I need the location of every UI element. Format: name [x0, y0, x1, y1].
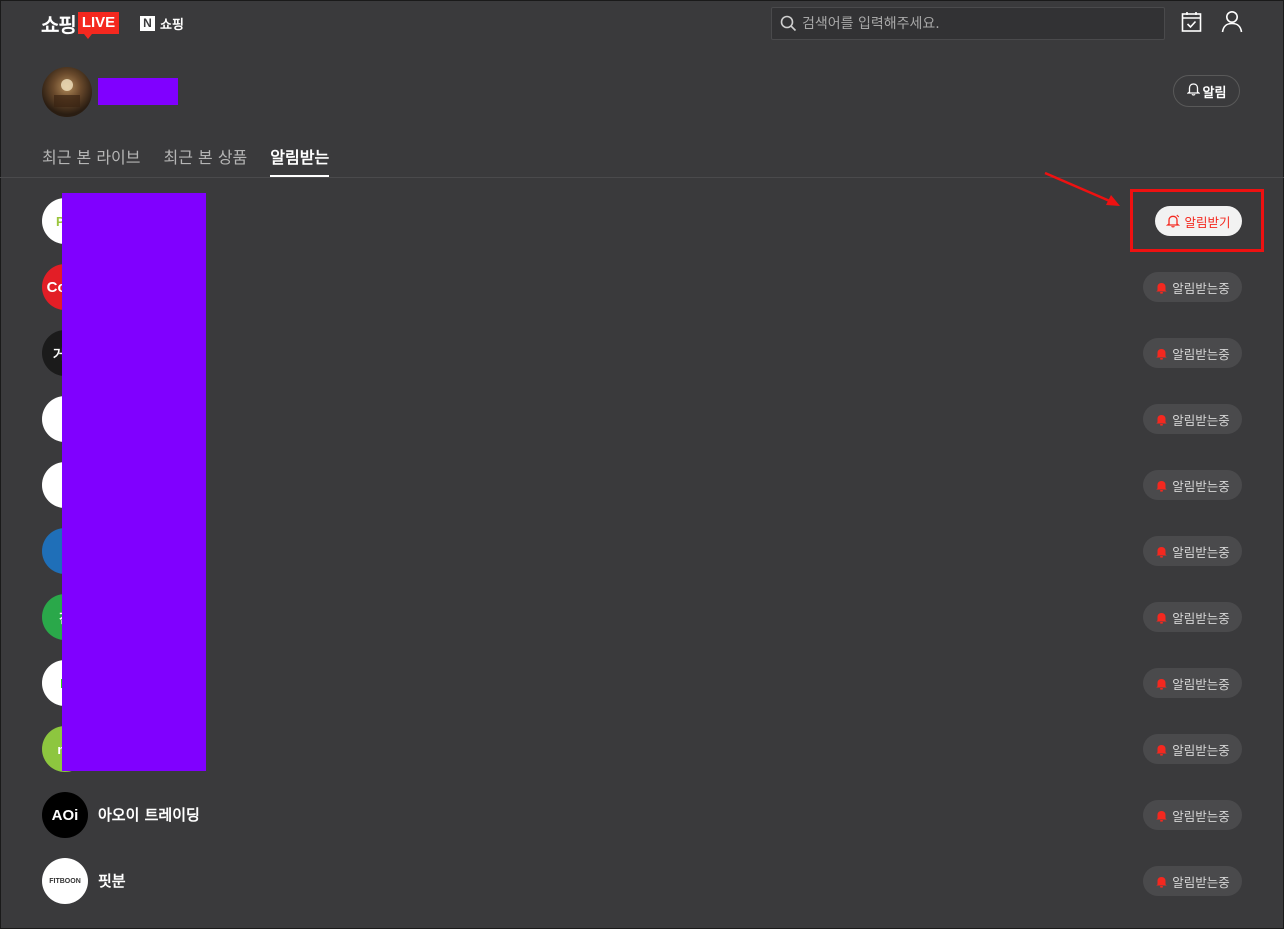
subscribed-button[interactable]: 알림받는중 [1143, 404, 1242, 434]
bell-filled-icon [1155, 743, 1168, 756]
subscribe-button-label: 알림받기 [1184, 214, 1231, 230]
bell-filled-icon [1155, 479, 1168, 492]
search-icon [780, 15, 797, 36]
bell-filled-icon [1155, 809, 1168, 822]
naver-n-icon: N [140, 16, 155, 31]
search-input[interactable] [802, 8, 1152, 39]
subscribed-button[interactable]: 알림받는중 [1143, 668, 1242, 698]
subscribe-button-label: 알림받는중 [1172, 544, 1230, 560]
tabs-divider [0, 177, 1284, 178]
search-box[interactable] [771, 7, 1165, 40]
logo-text: 쇼핑 [41, 12, 77, 37]
subscribe-button-label: 알림받는중 [1172, 874, 1230, 890]
notification-button-label: 알림 [1202, 85, 1227, 101]
subscribed-button[interactable]: 알림받는중 [1143, 800, 1242, 830]
channel-avatar-text: AOi [51, 806, 79, 824]
subscribe-button-label: 알림받는중 [1172, 808, 1230, 824]
shopping-live-logo[interactable]: 쇼핑 LIVE [41, 9, 120, 39]
channel-name[interactable]: 아오이 트레이딩 [98, 804, 200, 825]
subscribe-button-label: 알림받는중 [1172, 676, 1230, 692]
redacted-profile-name [98, 78, 178, 105]
subscribe-button-label: 알림받는중 [1172, 346, 1230, 362]
subscribe-button-label: 알림받는중 [1172, 742, 1230, 758]
bell-icon [1185, 82, 1201, 100]
subscribe-button[interactable]: 알림받기 [1155, 206, 1242, 236]
calendar-check-icon[interactable] [1181, 11, 1202, 37]
channel-avatar-text: FITBOON [49, 877, 81, 885]
channel-avatar[interactable]: AOi [42, 792, 88, 838]
list-item[interactable]: AOi 아오이 트레이딩 알림받는중 [0, 782, 1284, 848]
bell-ring-icon [1166, 214, 1181, 228]
bell-filled-icon [1155, 611, 1168, 624]
subscribed-button[interactable]: 알림받는중 [1143, 602, 1242, 632]
subscribe-button-label: 알림받는중 [1172, 412, 1230, 428]
top-header: 쇼핑 LIVE N 쇼핑 [0, 0, 1284, 50]
tab-bar: 최근 본 라이브 최근 본 상품 알림받는 [42, 144, 352, 177]
list-item[interactable]: FITBOON 핏분 알림받는중 [0, 848, 1284, 914]
bell-filled-icon [1155, 413, 1168, 426]
subscribed-button[interactable]: 알림받는중 [1143, 734, 1242, 764]
subscribe-button-label: 알림받는중 [1172, 478, 1230, 494]
notification-button[interactable]: 알림 [1173, 75, 1240, 107]
bell-filled-icon [1155, 347, 1168, 360]
channel-avatar[interactable]: FITBOON [42, 858, 88, 904]
bell-filled-icon [1155, 281, 1168, 294]
subscribed-button[interactable]: 알림받는중 [1143, 338, 1242, 368]
subscribe-button-label: 알림받는중 [1172, 610, 1230, 626]
subscribed-button[interactable]: 알림받는중 [1143, 272, 1242, 302]
bell-filled-icon [1155, 875, 1168, 888]
live-badge: LIVE [77, 12, 120, 39]
tab-recent-live[interactable]: 최근 본 라이브 [42, 144, 141, 177]
bell-filled-icon [1155, 677, 1168, 690]
redacted-channel-names [62, 193, 206, 771]
subscribe-button-label: 알림받는중 [1172, 280, 1230, 296]
subscribed-button[interactable]: 알림받는중 [1143, 470, 1242, 500]
tab-recent-products[interactable]: 최근 본 상품 [164, 144, 248, 177]
subscribed-button[interactable]: 알림받는중 [1143, 536, 1242, 566]
naver-shopping-label: 쇼핑 [160, 18, 184, 33]
profile-avatar [42, 67, 92, 117]
tab-subscribed[interactable]: 알림받는 [270, 144, 330, 177]
bell-filled-icon [1155, 545, 1168, 558]
user-icon[interactable] [1221, 10, 1243, 37]
channel-name[interactable]: 핏분 [98, 870, 126, 891]
naver-shopping-link[interactable]: N 쇼핑 [140, 14, 184, 33]
subscribed-button[interactable]: 알림받는중 [1143, 866, 1242, 896]
